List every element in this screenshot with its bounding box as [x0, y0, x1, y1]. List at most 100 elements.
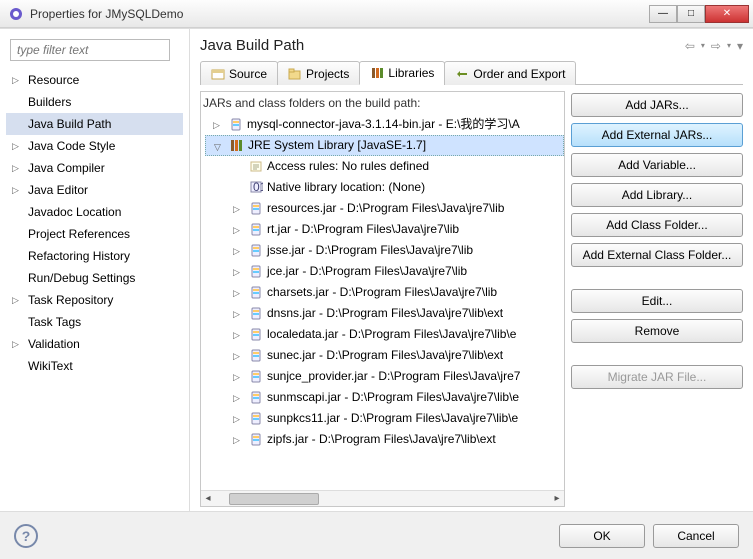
tree-node-label: Access rules: No rules defined: [267, 159, 429, 173]
nav-pane: ResourceBuildersJava Build PathJava Code…: [0, 29, 190, 511]
tree-node-label: localedata.jar - D:\Program Files\Java\j…: [267, 327, 516, 341]
tab-source[interactable]: Source: [200, 61, 278, 85]
tree-node[interactable]: Access rules: No rules defined: [205, 156, 564, 177]
tree-node-label: JRE System Library [JavaSE-1.7]: [248, 138, 426, 152]
tab-order-and-export[interactable]: Order and Export: [444, 61, 576, 85]
tree-node-label: mysql-connector-java-3.1.14-bin.jar - E:…: [247, 117, 520, 131]
tree-node[interactable]: jsse.jar - D:\Program Files\Java\jre7\li…: [205, 240, 564, 261]
tree-node[interactable]: JRE System Library [JavaSE-1.7]: [205, 135, 564, 156]
close-button[interactable]: ✕: [705, 5, 749, 23]
nav-item[interactable]: Run/Debug Settings: [6, 267, 183, 289]
tab-label: Libraries: [388, 66, 434, 80]
tree-node-label: jsse.jar - D:\Program Files\Java\jre7\li…: [267, 243, 473, 257]
tree-node[interactable]: sunjce_provider.jar - D:\Program Files\J…: [205, 366, 564, 387]
tree-node-label: charsets.jar - D:\Program Files\Java\jre…: [267, 285, 497, 299]
tree-node[interactable]: sunmscapi.jar - D:\Program Files\Java\jr…: [205, 387, 564, 408]
jar-icon: [249, 264, 263, 278]
jar-icon: [249, 432, 263, 446]
tree-node-label: rt.jar - D:\Program Files\Java\jre7\lib: [267, 222, 459, 236]
ok-button[interactable]: OK: [559, 524, 645, 548]
page-title: Java Build Path: [200, 37, 685, 54]
tree-node[interactable]: zipfs.jar - D:\Program Files\Java\jre7\l…: [205, 429, 564, 450]
tree-node-label: resources.jar - D:\Program Files\Java\jr…: [267, 201, 504, 215]
tree-node-label: sunpkcs11.jar - D:\Program Files\Java\jr…: [267, 411, 518, 425]
tab-label: Projects: [306, 67, 349, 81]
content-pane: Java Build Path ⇦▾ ⇨▾ ▾ SourceProjectsLi…: [190, 29, 753, 511]
horizontal-scrollbar[interactable]: ◂▸: [201, 490, 564, 506]
add-jars-button[interactable]: Add JARs...: [571, 93, 743, 117]
tree-node-label: dnsns.jar - D:\Program Files\Java\jre7\l…: [267, 306, 503, 320]
nav-item[interactable]: Java Compiler: [6, 157, 183, 179]
tree-node-label: jce.jar - D:\Program Files\Java\jre7\lib: [267, 264, 467, 278]
nav-item[interactable]: Resource: [6, 69, 183, 91]
nav-item[interactable]: Task Repository: [6, 289, 183, 311]
help-icon[interactable]: ?: [14, 524, 38, 548]
jar-icon: [229, 117, 243, 131]
tab-label: Order and Export: [473, 67, 565, 81]
forward-arrow-icon[interactable]: ⇨: [711, 39, 721, 53]
title-bar: Properties for JMySQLDemo — □ ✕: [0, 0, 753, 28]
nav-item[interactable]: Builders: [6, 91, 183, 113]
migrate-jar-button[interactable]: Migrate JAR File...: [571, 365, 743, 389]
add-variable-button[interactable]: Add Variable...: [571, 153, 743, 177]
nav-item[interactable]: Java Build Path: [6, 113, 183, 135]
nav-item[interactable]: WikiText: [6, 355, 183, 377]
native-icon: 01: [249, 180, 263, 194]
app-icon: [8, 6, 24, 22]
cancel-button[interactable]: Cancel: [653, 524, 739, 548]
nav-item[interactable]: Validation: [6, 333, 183, 355]
tree-node[interactable]: sunpkcs11.jar - D:\Program Files\Java\jr…: [205, 408, 564, 429]
jar-icon: [249, 222, 263, 236]
tab-icon: [211, 68, 225, 80]
tree-node[interactable]: sunec.jar - D:\Program Files\Java\jre7\l…: [205, 345, 564, 366]
nav-item[interactable]: Javadoc Location: [6, 201, 183, 223]
tree-node[interactable]: localedata.jar - D:\Program Files\Java\j…: [205, 324, 564, 345]
menu-arrow-icon[interactable]: ▾: [737, 39, 743, 53]
jar-icon: [249, 369, 263, 383]
back-arrow-icon[interactable]: ⇦: [685, 39, 695, 53]
nav-item[interactable]: Refactoring History: [6, 245, 183, 267]
window-title: Properties for JMySQLDemo: [30, 7, 649, 21]
jar-icon: [249, 306, 263, 320]
tab-icon: [288, 68, 302, 80]
panel-caption: JARs and class folders on the build path…: [201, 92, 564, 114]
jar-icon: [249, 243, 263, 257]
tree-node[interactable]: 01 Native library location: (None): [205, 177, 564, 198]
edit-button[interactable]: Edit...: [571, 289, 743, 313]
build-path-tree[interactable]: mysql-connector-java-3.1.14-bin.jar - E:…: [205, 114, 564, 450]
rule-icon: [249, 159, 263, 173]
tree-node-label: sunmscapi.jar - D:\Program Files\Java\jr…: [267, 390, 519, 404]
nav-item[interactable]: Project References: [6, 223, 183, 245]
remove-button[interactable]: Remove: [571, 319, 743, 343]
add-class-folder-button[interactable]: Add Class Folder...: [571, 213, 743, 237]
tree-node-label: zipfs.jar - D:\Program Files\Java\jre7\l…: [267, 432, 496, 446]
tree-node-label: Native library location: (None): [267, 180, 425, 194]
tree-node-label: sunjce_provider.jar - D:\Program Files\J…: [267, 369, 520, 383]
nav-item[interactable]: Task Tags: [6, 311, 183, 333]
tab-icon: [455, 68, 469, 80]
jar-icon: [249, 327, 263, 341]
add-library-button[interactable]: Add Library...: [571, 183, 743, 207]
tree-node[interactable]: jce.jar - D:\Program Files\Java\jre7\lib: [205, 261, 564, 282]
maximize-button[interactable]: □: [677, 5, 705, 23]
tab-label: Source: [229, 67, 267, 81]
tab-projects[interactable]: Projects: [277, 61, 360, 85]
add-external-jars-button[interactable]: Add External JARs...: [571, 123, 743, 147]
tree-node[interactable]: charsets.jar - D:\Program Files\Java\jre…: [205, 282, 564, 303]
tab-libraries[interactable]: Libraries: [359, 61, 445, 85]
add-external-class-folder-button[interactable]: Add External Class Folder...: [571, 243, 743, 267]
nav-item[interactable]: Java Code Style: [6, 135, 183, 157]
tree-node[interactable]: dnsns.jar - D:\Program Files\Java\jre7\l…: [205, 303, 564, 324]
nav-tree[interactable]: ResourceBuildersJava Build PathJava Code…: [6, 69, 183, 377]
tree-node[interactable]: rt.jar - D:\Program Files\Java\jre7\lib: [205, 219, 564, 240]
button-column: Add JARs... Add External JARs... Add Var…: [571, 91, 743, 507]
minimize-button[interactable]: —: [649, 5, 677, 23]
jar-icon: [249, 348, 263, 362]
tree-node[interactable]: resources.jar - D:\Program Files\Java\jr…: [205, 198, 564, 219]
nav-item[interactable]: Java Editor: [6, 179, 183, 201]
svg-text:01: 01: [253, 180, 263, 194]
tree-node[interactable]: mysql-connector-java-3.1.14-bin.jar - E:…: [205, 114, 564, 135]
tab-bar: Source Projects Libraries Order and Export: [200, 60, 743, 85]
filter-input[interactable]: [10, 39, 170, 61]
lib-icon: [230, 138, 244, 152]
